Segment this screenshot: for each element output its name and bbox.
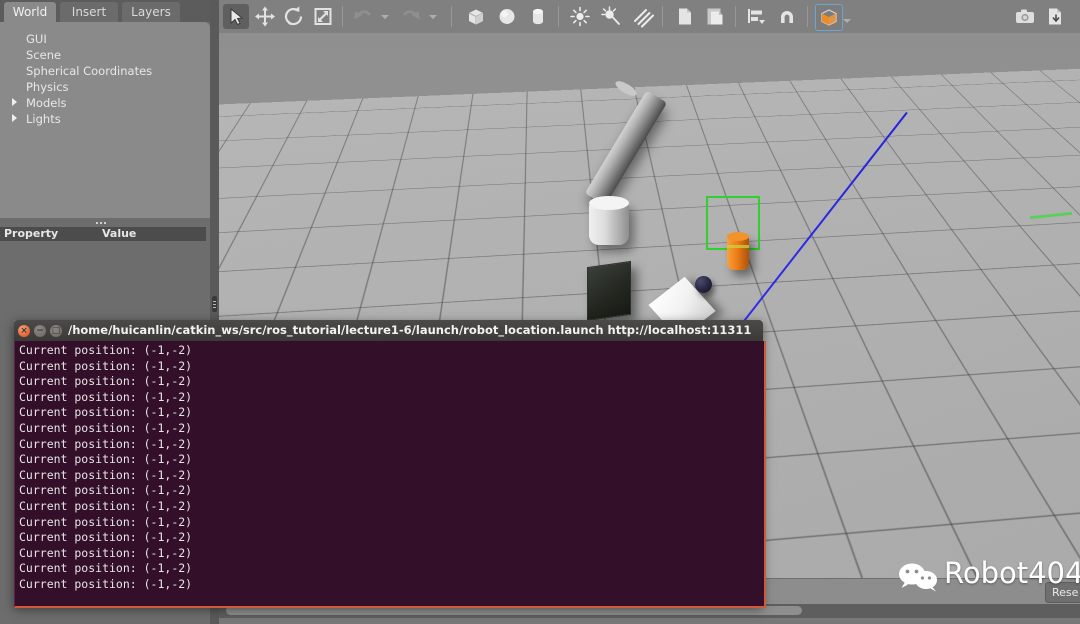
scene-object-white-cylinder-cap (589, 196, 629, 210)
reset-button[interactable]: Rese (1045, 582, 1080, 603)
undo-arrow-icon (354, 10, 371, 20)
minimize-glyph: − (36, 326, 44, 336)
spot-light-icon (601, 6, 620, 25)
property-table-header: Property Value (0, 227, 206, 241)
cylinder-icon (533, 8, 543, 25)
insert-box-button[interactable] (463, 4, 489, 29)
insert-directional-light-button[interactable] (629, 4, 655, 29)
scale-icon (314, 8, 332, 25)
redo-button[interactable] (398, 4, 424, 29)
expand-arrow-icon[interactable] (12, 98, 17, 106)
terminal-line: Current position: (-1,-2) (19, 561, 193, 576)
terminal-line: Current position: (-1,-2) (19, 467, 193, 482)
redo-history-chevron-down-icon[interactable] (429, 15, 437, 19)
tab-layers[interactable]: Layers (122, 2, 180, 22)
box-icon (468, 9, 484, 25)
terminal-title-text: /home/huicanlin/catkin_ws/src/ros_tutori… (68, 323, 752, 337)
magnet-icon (781, 11, 793, 23)
paste-icon (707, 8, 723, 25)
scene-object-orange-robot-band (727, 245, 749, 248)
terminal-line: Current position: (-1,-2) (19, 514, 193, 529)
view-angle-chevron-down-icon[interactable] (843, 19, 851, 23)
terminal-line: Current position: (-1,-2) (19, 530, 193, 545)
paste-button[interactable] (702, 4, 728, 29)
terminal-window[interactable]: × − □ /home/huicanlin/catkin_ws/src/ros_… (14, 320, 766, 608)
terminal-body[interactable]: Current position: (-1,-2) Current positi… (14, 341, 766, 608)
insert-spot-light-button[interactable] (598, 4, 624, 29)
insert-cylinder-button[interactable] (525, 4, 551, 29)
redo-arrow-icon (403, 10, 420, 20)
rotate-mode-button[interactable] (281, 4, 307, 29)
close-glyph: × (20, 326, 28, 336)
maximize-glyph: □ (51, 326, 61, 336)
align-button[interactable] (743, 4, 769, 29)
tree-item-label: Models (26, 96, 67, 110)
copy-icon (679, 8, 691, 25)
rotate-icon (284, 6, 303, 26)
terminal-line: Current position: (-1,-2) (19, 498, 193, 513)
column-header-property: Property (4, 227, 59, 240)
terminal-cursor-line (19, 593, 764, 607)
undo-history-chevron-down-icon[interactable] (381, 15, 389, 19)
copy-button[interactable] (671, 4, 697, 29)
tree-item-lights[interactable]: Lights (0, 111, 210, 127)
point-light-icon (570, 6, 590, 27)
translate-mode-button[interactable] (252, 4, 278, 29)
view-angle-cube-icon (821, 9, 837, 26)
gazebo-application-window: World Insert Layers GUI Scene Spherical … (0, 0, 1080, 624)
snap-button[interactable] (774, 4, 800, 29)
undo-button[interactable] (350, 4, 376, 29)
scene-object-orange-robot-cap (727, 232, 749, 241)
terminal-line: Current position: (-1,-2) (19, 343, 193, 357)
terminal-line: Current position: (-1,-2) (19, 545, 193, 560)
tree-item-label: Physics (26, 80, 69, 94)
terminal-line: Current position: (-1,-2) (19, 405, 193, 420)
terminal-line: Current position: (-1,-2) (19, 452, 193, 467)
view-angle-button[interactable] (815, 4, 843, 31)
terminal-line: Current position: (-1,-2) (19, 374, 193, 389)
cursor-arrow-icon (230, 7, 244, 26)
scene-object-dark-sphere[interactable] (695, 276, 712, 293)
align-icon (748, 9, 765, 24)
tree-item-physics[interactable]: Physics (0, 79, 210, 95)
terminal-line: Current position: (-1,-2) (19, 358, 193, 373)
tree-item-gui[interactable]: GUI (0, 31, 210, 47)
main-toolbar: LOG (219, 0, 1080, 33)
terminal-line: Current position: (-1,-2) (19, 576, 193, 591)
expand-arrow-icon[interactable] (12, 114, 17, 122)
tree-item-label: Lights (26, 112, 61, 126)
tree-item-label: GUI (26, 32, 47, 46)
scene-object-orange-robot-cylinder[interactable] (727, 236, 749, 270)
terminal-line: Current position: (-1,-2) (19, 420, 193, 435)
tree-item-label: Spherical Coordinates (26, 64, 153, 78)
tree-item-spherical-coordinates[interactable]: Spherical Coordinates (0, 63, 210, 79)
insert-sphere-button[interactable] (494, 4, 520, 29)
terminal-line: Current position: (-1,-2) (19, 436, 193, 451)
insert-point-light-button[interactable] (567, 4, 593, 29)
scene-object-dark-box[interactable] (587, 260, 631, 322)
tree-item-scene[interactable]: Scene (0, 47, 210, 63)
terminal-output: Current position: (-1,-2) Current positi… (15, 341, 764, 607)
select-mode-button[interactable] (223, 4, 249, 29)
panel-tab-bar: World Insert Layers (0, 0, 210, 22)
sphere-icon (499, 9, 515, 24)
camera-icon (1016, 9, 1034, 23)
tab-world[interactable]: World (4, 2, 56, 22)
splitter-grip-dots-icon (213, 301, 216, 310)
terminal-line: Current position: (-1,-2) (19, 483, 193, 498)
terminal-line: Current position: (-1,-2) (19, 389, 193, 404)
screenshot-button[interactable] (1012, 4, 1038, 29)
directional-light-icon (634, 9, 654, 28)
log-data-button[interactable]: LOG (1042, 4, 1068, 29)
terminal-title-bar[interactable]: × − □ /home/huicanlin/catkin_ws/src/ros_… (14, 320, 763, 341)
column-header-value: Value (102, 227, 137, 240)
log-download-icon (1049, 8, 1061, 25)
tree-item-label: Scene (26, 48, 62, 62)
tree-item-models[interactable]: Models (0, 95, 210, 111)
move-arrows-icon (255, 6, 275, 27)
scale-mode-button[interactable] (310, 4, 336, 29)
tab-insert[interactable]: Insert (60, 2, 118, 22)
world-tree: GUI Scene Spherical Coordinates Physics … (0, 22, 210, 218)
